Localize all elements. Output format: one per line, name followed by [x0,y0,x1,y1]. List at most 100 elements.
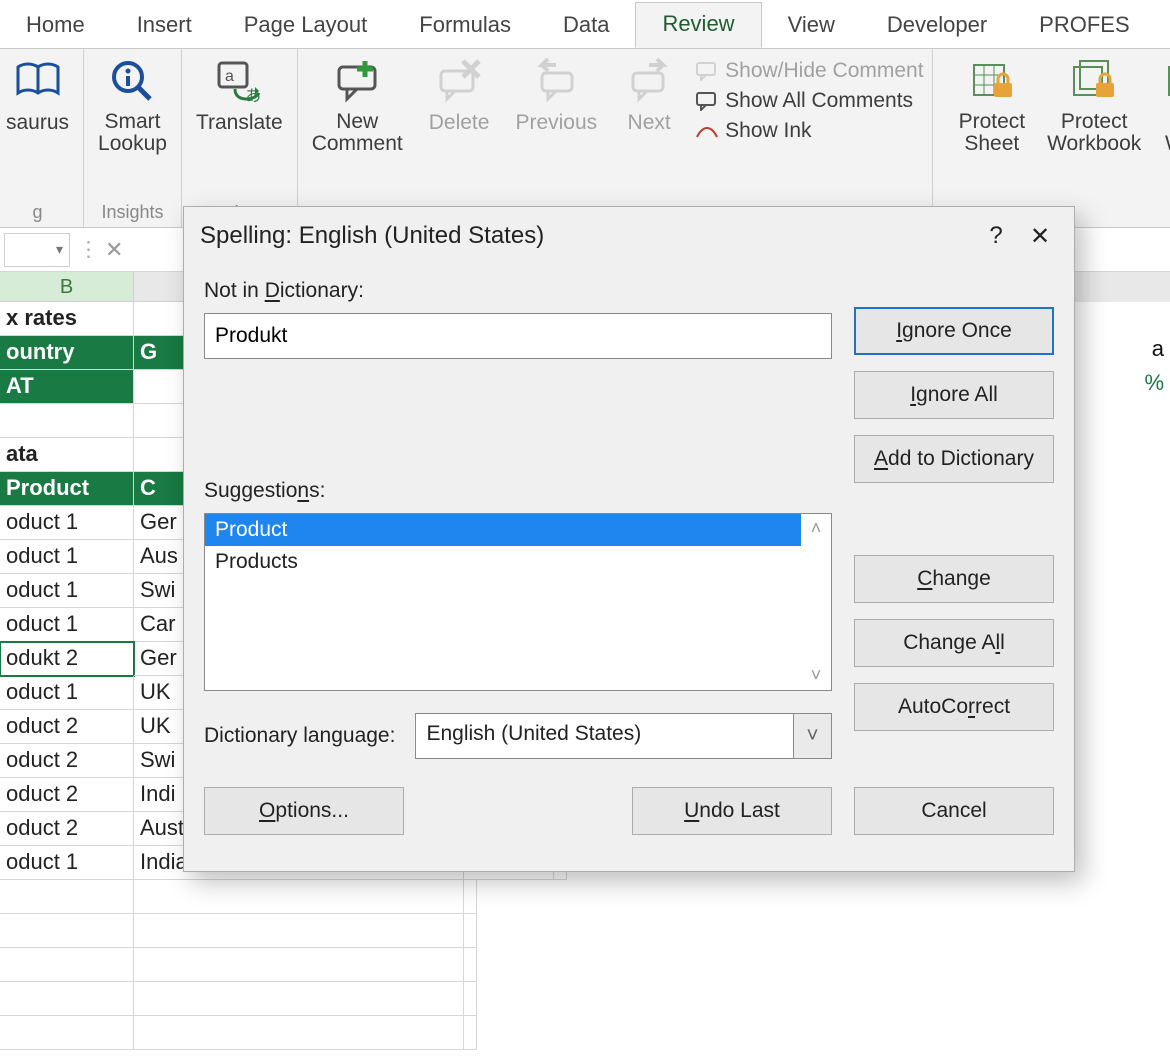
protect-sheet-icon [966,55,1018,107]
protect-sheet-label: ProtectSheet [959,111,1026,155]
new-comment-label: NewComment [312,111,403,155]
undo-last-button[interactable]: Undo Last [632,787,832,835]
previous-comment-label: Previous [515,111,597,135]
suggestion-item[interactable]: Product [205,514,801,546]
cell[interactable]: oduct 2 [0,812,134,846]
insights-group-label: Insights [101,202,163,225]
tab-review[interactable]: Review [635,2,761,48]
comments-small-icon [695,91,719,111]
tab-insert[interactable]: Insert [111,4,218,48]
scroll-up-icon[interactable]: ˄ [811,518,822,539]
suggestions-listbox[interactable]: ProductProducts ˄ ˅ [204,513,832,691]
dialog-titlebar[interactable]: Spelling: English (United States) ? ✕ [184,207,1074,265]
cell[interactable] [0,914,134,948]
previous-comment-icon [530,55,582,107]
thesaurus-button[interactable]: saurus g [0,49,83,227]
separator-dots: ⋮ [78,237,97,262]
previous-comment-button[interactable]: Previous [509,55,603,155]
cell[interactable] [134,982,464,1016]
dictionary-language-label: Dictionary language: [204,724,395,748]
cell[interactable] [464,880,477,914]
scroll-down-icon[interactable]: ˅ [811,665,822,686]
comment-small-icon [695,61,719,81]
cell[interactable] [134,914,464,948]
cell[interactable] [0,982,134,1016]
show-hide-comment-toggle[interactable]: Show/Hide Comment [695,59,923,83]
dialog-title-text: Spelling: English (United States) [200,222,544,250]
tab-data[interactable]: Data [537,4,635,48]
cell[interactable] [464,982,477,1016]
cell[interactable]: oduct 1 [0,506,134,540]
ink-icon [695,121,719,141]
cancel-button[interactable]: Cancel [854,787,1054,835]
not-in-dictionary-input[interactable] [204,313,832,359]
cell[interactable]: oduct 1 [0,676,134,710]
new-comment-button[interactable]: NewComment [306,55,409,155]
ignore-once-button[interactable]: Ignore Once [854,307,1054,355]
suggestion-item[interactable]: Products [205,546,801,578]
delete-comment-button[interactable]: Delete [423,55,496,155]
cell[interactable] [464,914,477,948]
cell[interactable]: oduct 2 [0,778,134,812]
cell[interactable] [0,404,134,438]
show-ink-toggle[interactable]: Show Ink [695,119,923,143]
show-ink-label: Show Ink [725,119,811,143]
help-button[interactable]: ? [974,218,1018,254]
cell[interactable] [0,880,134,914]
cell[interactable]: oduct 1 [0,540,134,574]
cell[interactable]: ata [0,438,134,472]
share-workbook-label: ShaWork [1165,111,1170,155]
tab-page-layout[interactable]: Page Layout [218,4,394,48]
protect-sheet-button[interactable]: ProtectSheet [953,55,1032,155]
cell[interactable]: oduct 1 [0,846,134,880]
tab-professor[interactable]: PROFES [1013,4,1155,48]
translate-button[interactable]: aあ Translate L [182,49,297,227]
cell[interactable]: oduct 1 [0,574,134,608]
cell[interactable]: Product [0,472,134,506]
close-button[interactable]: ✕ [1018,218,1062,255]
tab-view[interactable]: View [762,4,861,48]
cell[interactable] [134,880,464,914]
dictionary-language-select[interactable]: English (United States) ˅ [415,713,832,759]
add-to-dictionary-button[interactable]: Add to Dictionary [854,435,1054,483]
cell[interactable] [0,1016,134,1050]
cell[interactable] [0,948,134,982]
cell[interactable] [464,948,477,982]
listbox-scrollbar[interactable]: ˄ ˅ [801,514,831,690]
cancel-edit-icon[interactable]: ✕ [105,237,123,263]
cell[interactable]: AT [0,370,134,404]
protect-workbook-button[interactable]: ProtectWorkbook [1041,55,1147,155]
ribbon-review: saurus g SmartLookup Insights aあ Transla… [0,48,1170,228]
name-box[interactable] [4,233,70,267]
translate-label: Translate [196,111,283,135]
cell[interactable]: oduct 1 [0,608,134,642]
tab-formulas[interactable]: Formulas [393,4,537,48]
thesaurus-label: saurus [6,111,69,135]
chevron-down-icon[interactable]: ˅ [793,714,831,758]
options-button[interactable]: Options... [204,787,404,835]
next-comment-button[interactable]: Next [617,55,681,155]
protect-workbook-icon [1068,55,1120,107]
tab-developer[interactable]: Developer [861,4,1013,48]
cell[interactable] [134,1016,464,1050]
suggestions-label: Suggestions: [204,479,832,503]
autocorrect-button[interactable]: AutoCorrect [854,683,1054,731]
change-all-button[interactable]: Change All [854,619,1054,667]
cell[interactable]: odukt 2 [0,642,134,676]
cell[interactable]: oduct 2 [0,744,134,778]
show-all-comments-toggle[interactable]: Show All Comments [695,89,923,113]
cell[interactable]: oduct 2 [0,710,134,744]
magnifier-info-icon [106,55,158,107]
cell[interactable]: x rates [0,302,134,336]
translate-icon: aあ [213,55,265,107]
change-button[interactable]: Change [854,555,1054,603]
tab-home[interactable]: Home [0,4,111,48]
smart-lookup-button[interactable]: SmartLookup Insights [84,49,181,227]
cell[interactable]: ountry [0,336,134,370]
cell[interactable] [464,1016,477,1050]
col-header-b[interactable]: B [0,272,134,302]
protect-workbook-label: ProtectWorkbook [1047,111,1141,155]
ignore-all-button[interactable]: Ignore All [854,371,1054,419]
cell[interactable] [134,948,464,982]
share-workbook-button[interactable]: ShaWork [1157,55,1170,155]
